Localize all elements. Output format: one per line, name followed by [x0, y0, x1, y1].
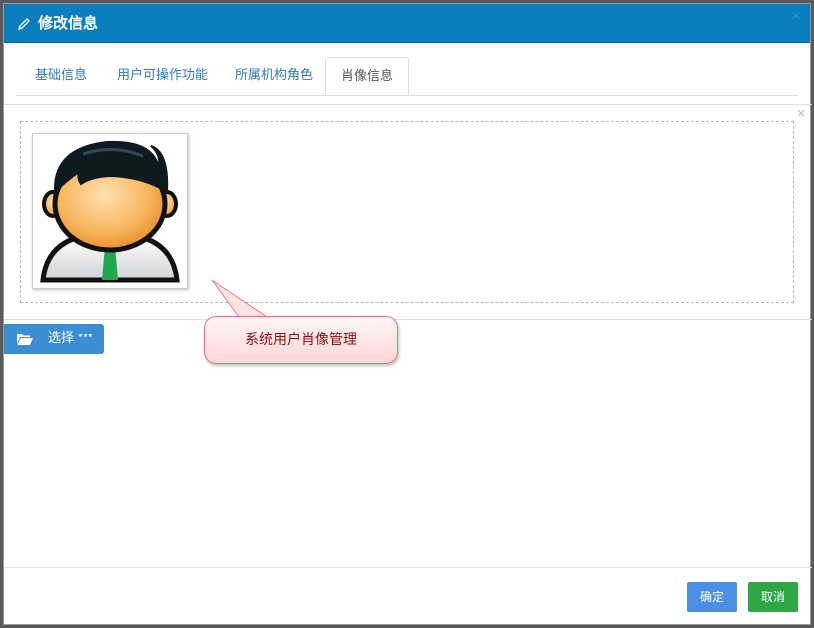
- portrait-panel: ×: [4, 104, 812, 320]
- cancel-button[interactable]: 取消: [748, 582, 798, 612]
- tab-basic-info[interactable]: 基础信息: [20, 57, 102, 94]
- callout-text: 系统用户肖像管理: [245, 332, 357, 348]
- panel-close-icon[interactable]: ×: [796, 107, 806, 119]
- footer-divider: [4, 567, 812, 568]
- callout-tail: [211, 279, 269, 318]
- modify-info-dialog: 修改信息 × 基础信息 用户可操作功能 所属机构角色 肖像信息 × 选择 ···…: [3, 3, 812, 625]
- folder-open-icon: [17, 334, 33, 345]
- tab-bar: 基础信息 用户可操作功能 所属机构角色 肖像信息: [16, 57, 798, 96]
- pencil-edit-icon: [17, 18, 30, 31]
- select-file-button[interactable]: 选择 ···: [4, 324, 104, 354]
- dialog-title: 修改信息: [38, 14, 99, 32]
- dialog-close-icon[interactable]: ×: [790, 8, 802, 24]
- default-user-avatar-icon: [40, 140, 180, 283]
- tab-org-roles[interactable]: 所属机构角色: [220, 57, 328, 94]
- confirm-button[interactable]: 确定: [687, 582, 737, 612]
- avatar-thumbnail[interactable]: [32, 133, 188, 289]
- tab-portrait-info[interactable]: 肖像信息: [325, 57, 410, 95]
- dialog-titlebar: 修改信息 ×: [4, 4, 810, 43]
- select-button-label: 选择: [48, 331, 75, 346]
- tab-user-functions[interactable]: 用户可操作功能: [102, 57, 223, 94]
- portrait-dropzone[interactable]: [20, 121, 794, 303]
- more-dots-icon: ···: [78, 329, 93, 344]
- tooltip-callout: 系统用户肖像管理: [204, 316, 398, 364]
